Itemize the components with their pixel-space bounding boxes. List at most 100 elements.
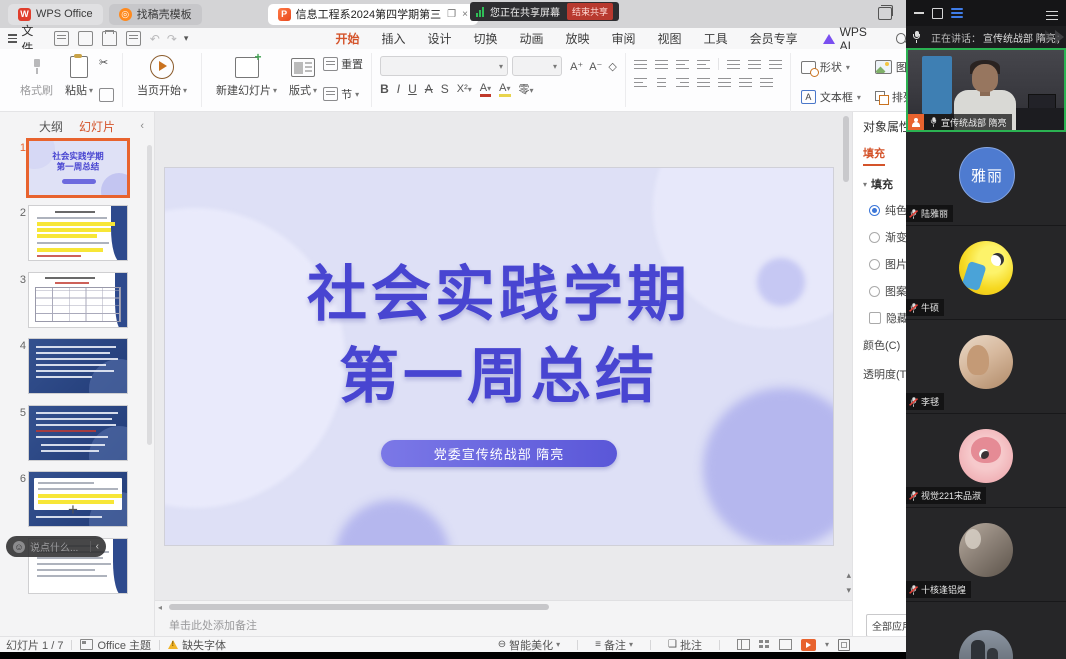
collapse-panel-icon[interactable]: ‹ [140, 120, 144, 132]
normal-view-icon[interactable] [737, 639, 750, 650]
new-slide-button[interactable]: 新建幻灯片▾ [210, 53, 283, 100]
shapes-button[interactable]: 形状▾ [801, 59, 861, 75]
convert-diagram-icon[interactable] [769, 59, 782, 70]
undo-icon[interactable]: ↶ [150, 32, 160, 46]
section-button[interactable]: 节▾ [323, 86, 363, 102]
tab-tools[interactable]: 工具 [693, 28, 739, 49]
fill-section-header[interactable]: 填充 [871, 176, 893, 192]
missing-font-warning[interactable]: 缺失字体 [182, 637, 226, 653]
print-icon[interactable] [102, 31, 117, 46]
notes-button[interactable]: ≡备注▾ [595, 637, 633, 653]
align-center-icon[interactable] [655, 77, 668, 88]
cut-button[interactable]: ✂ [99, 56, 114, 69]
align-right-icon[interactable] [676, 77, 689, 88]
copy-button[interactable] [99, 88, 114, 102]
slide-title[interactable]: 社会实践学期 第一周总结 [165, 254, 833, 418]
participant-tile[interactable] [906, 602, 1066, 659]
layout-button[interactable]: 版式▾ [283, 53, 323, 100]
search-icon[interactable] [896, 33, 906, 44]
font-size-select[interactable]: ▾ [512, 56, 562, 76]
superscript-button[interactable]: X²▾ [457, 83, 472, 95]
strike-button[interactable]: A [425, 82, 433, 96]
slideshow-play-button[interactable] [801, 639, 816, 651]
fill-picture-option[interactable]: 图片 [869, 256, 906, 272]
highlight-color-button[interactable]: A▾ [499, 82, 510, 97]
participant-tile[interactable]: 雅丽 陆雅丽 [906, 132, 1066, 226]
tab-animation[interactable]: 动画 [509, 28, 555, 49]
align-objects-icon[interactable] [760, 77, 773, 88]
slide-canvas[interactable]: 社会实践学期 第一周总结 党委宣传统战部 隋亮 [165, 168, 833, 545]
hscroll-left-icon[interactable]: ◂ [158, 603, 162, 612]
tab-transition[interactable]: 切换 [462, 28, 508, 49]
stop-sharing-button[interactable]: 结束共享 [567, 3, 613, 20]
format-painter-button[interactable]: 格式刷 [14, 53, 59, 100]
textbox-button[interactable]: A 文本框▾ [801, 89, 861, 105]
thumbnail-scrollbar[interactable] [147, 145, 152, 445]
add-slide-button[interactable]: + [68, 500, 78, 520]
meeting-collapse-icon[interactable] [1046, 8, 1058, 18]
tab-home[interactable]: 开始 [324, 28, 370, 49]
tab-fill[interactable]: 填充 [863, 145, 885, 166]
fill-solid-option[interactable]: 纯色 [869, 202, 906, 218]
participant-tile[interactable]: 牛硕 [906, 226, 1066, 320]
theme-name[interactable]: Office 主题 [97, 637, 151, 653]
export-icon[interactable] [78, 31, 93, 46]
slide-thumbnail-4[interactable] [28, 338, 128, 394]
text-effect-button[interactable]: 零▾ [519, 81, 534, 97]
slide-thumbnail-1[interactable]: 社会实践学期第一周总结 [28, 140, 128, 196]
tab-document-active[interactable]: P 信息工程系2024第四学期第三 ❐ × [268, 4, 478, 25]
increase-font-icon[interactable]: A⁺ [570, 60, 583, 73]
meeting-menu-icon[interactable] [951, 6, 963, 20]
presenter-video-tile[interactable]: 宣传统战部 隋亮 [906, 48, 1066, 132]
text-direction-icon[interactable] [727, 59, 740, 70]
print-preview-icon[interactable] [126, 31, 141, 46]
tab-outline[interactable]: 大纲 [39, 118, 63, 135]
chat-collapse-icon[interactable]: ‹ [90, 541, 99, 552]
slide-thumbnail-3[interactable] [28, 272, 128, 328]
quick-access-caret-icon[interactable]: ▾ [184, 33, 189, 44]
columns-icon[interactable] [739, 77, 752, 88]
underline-button[interactable]: U [408, 82, 417, 96]
tab-review[interactable]: 审阅 [601, 28, 647, 49]
participant-tile[interactable]: 李毬 [906, 320, 1066, 414]
justify-icon[interactable] [697, 77, 710, 88]
canvas-vertical-scrollbar[interactable] [843, 116, 849, 182]
beautify-button[interactable]: ⊖智能美化▾ [498, 637, 560, 653]
decrease-indent-icon[interactable] [676, 59, 689, 70]
all-apps-button[interactable]: 全部应用 [866, 614, 906, 636]
tab-insert[interactable]: 插入 [370, 28, 416, 49]
save-icon[interactable] [54, 31, 69, 46]
font-color-button[interactable]: A▾ [480, 82, 491, 97]
slide-thumbnail-2[interactable] [28, 205, 128, 261]
slide-sorter-view-icon[interactable] [759, 640, 770, 649]
redo-icon[interactable]: ↷ [167, 32, 177, 46]
slide-thumbnail-6[interactable] [28, 471, 128, 527]
participant-tile[interactable]: 视觉221宋品淑 [906, 414, 1066, 508]
fill-gradient-option[interactable]: 渐变 [869, 229, 906, 245]
participant-tile[interactable]: 十核逢铝煌 [906, 508, 1066, 602]
previous-slide-button[interactable]: ▴ [846, 570, 851, 581]
paste-button[interactable]: 粘贴▾ [59, 53, 99, 100]
next-slide-button[interactable]: ▾ [846, 585, 851, 596]
slide-thumbnail-5[interactable] [28, 405, 128, 461]
emoji-icon[interactable]: ☺ [13, 541, 25, 553]
play-from-current-button[interactable]: 当页开始▾ [131, 53, 193, 100]
tab-view[interactable]: 视图 [647, 28, 693, 49]
slide-subtitle-badge[interactable]: 党委宣传统战部 隋亮 [381, 440, 617, 467]
italic-button[interactable]: I [397, 82, 400, 96]
increase-indent-icon[interactable] [697, 59, 710, 70]
reading-view-icon[interactable] [779, 639, 792, 650]
clear-format-icon[interactable]: ◇ [608, 60, 616, 73]
shadow-button[interactable]: S [441, 82, 449, 96]
font-name-select[interactable]: ▾ [380, 56, 508, 76]
play-options-caret-icon[interactable]: ▾ [825, 640, 829, 649]
bullet-list-icon[interactable] [634, 59, 647, 70]
chat-input-placeholder[interactable]: 说点什么... [30, 539, 90, 554]
meeting-chat-bar[interactable]: ☺ 说点什么... ‹ [6, 536, 106, 557]
notes-placeholder[interactable]: 单击此处添加备注 [169, 617, 257, 633]
number-list-icon[interactable] [655, 59, 668, 70]
comment-button[interactable]: ❑批注 [668, 637, 702, 653]
decrease-font-icon[interactable]: A⁻ [589, 60, 602, 73]
tab-slideshow[interactable]: 放映 [555, 28, 601, 49]
line-spacing-icon[interactable] [748, 59, 761, 70]
